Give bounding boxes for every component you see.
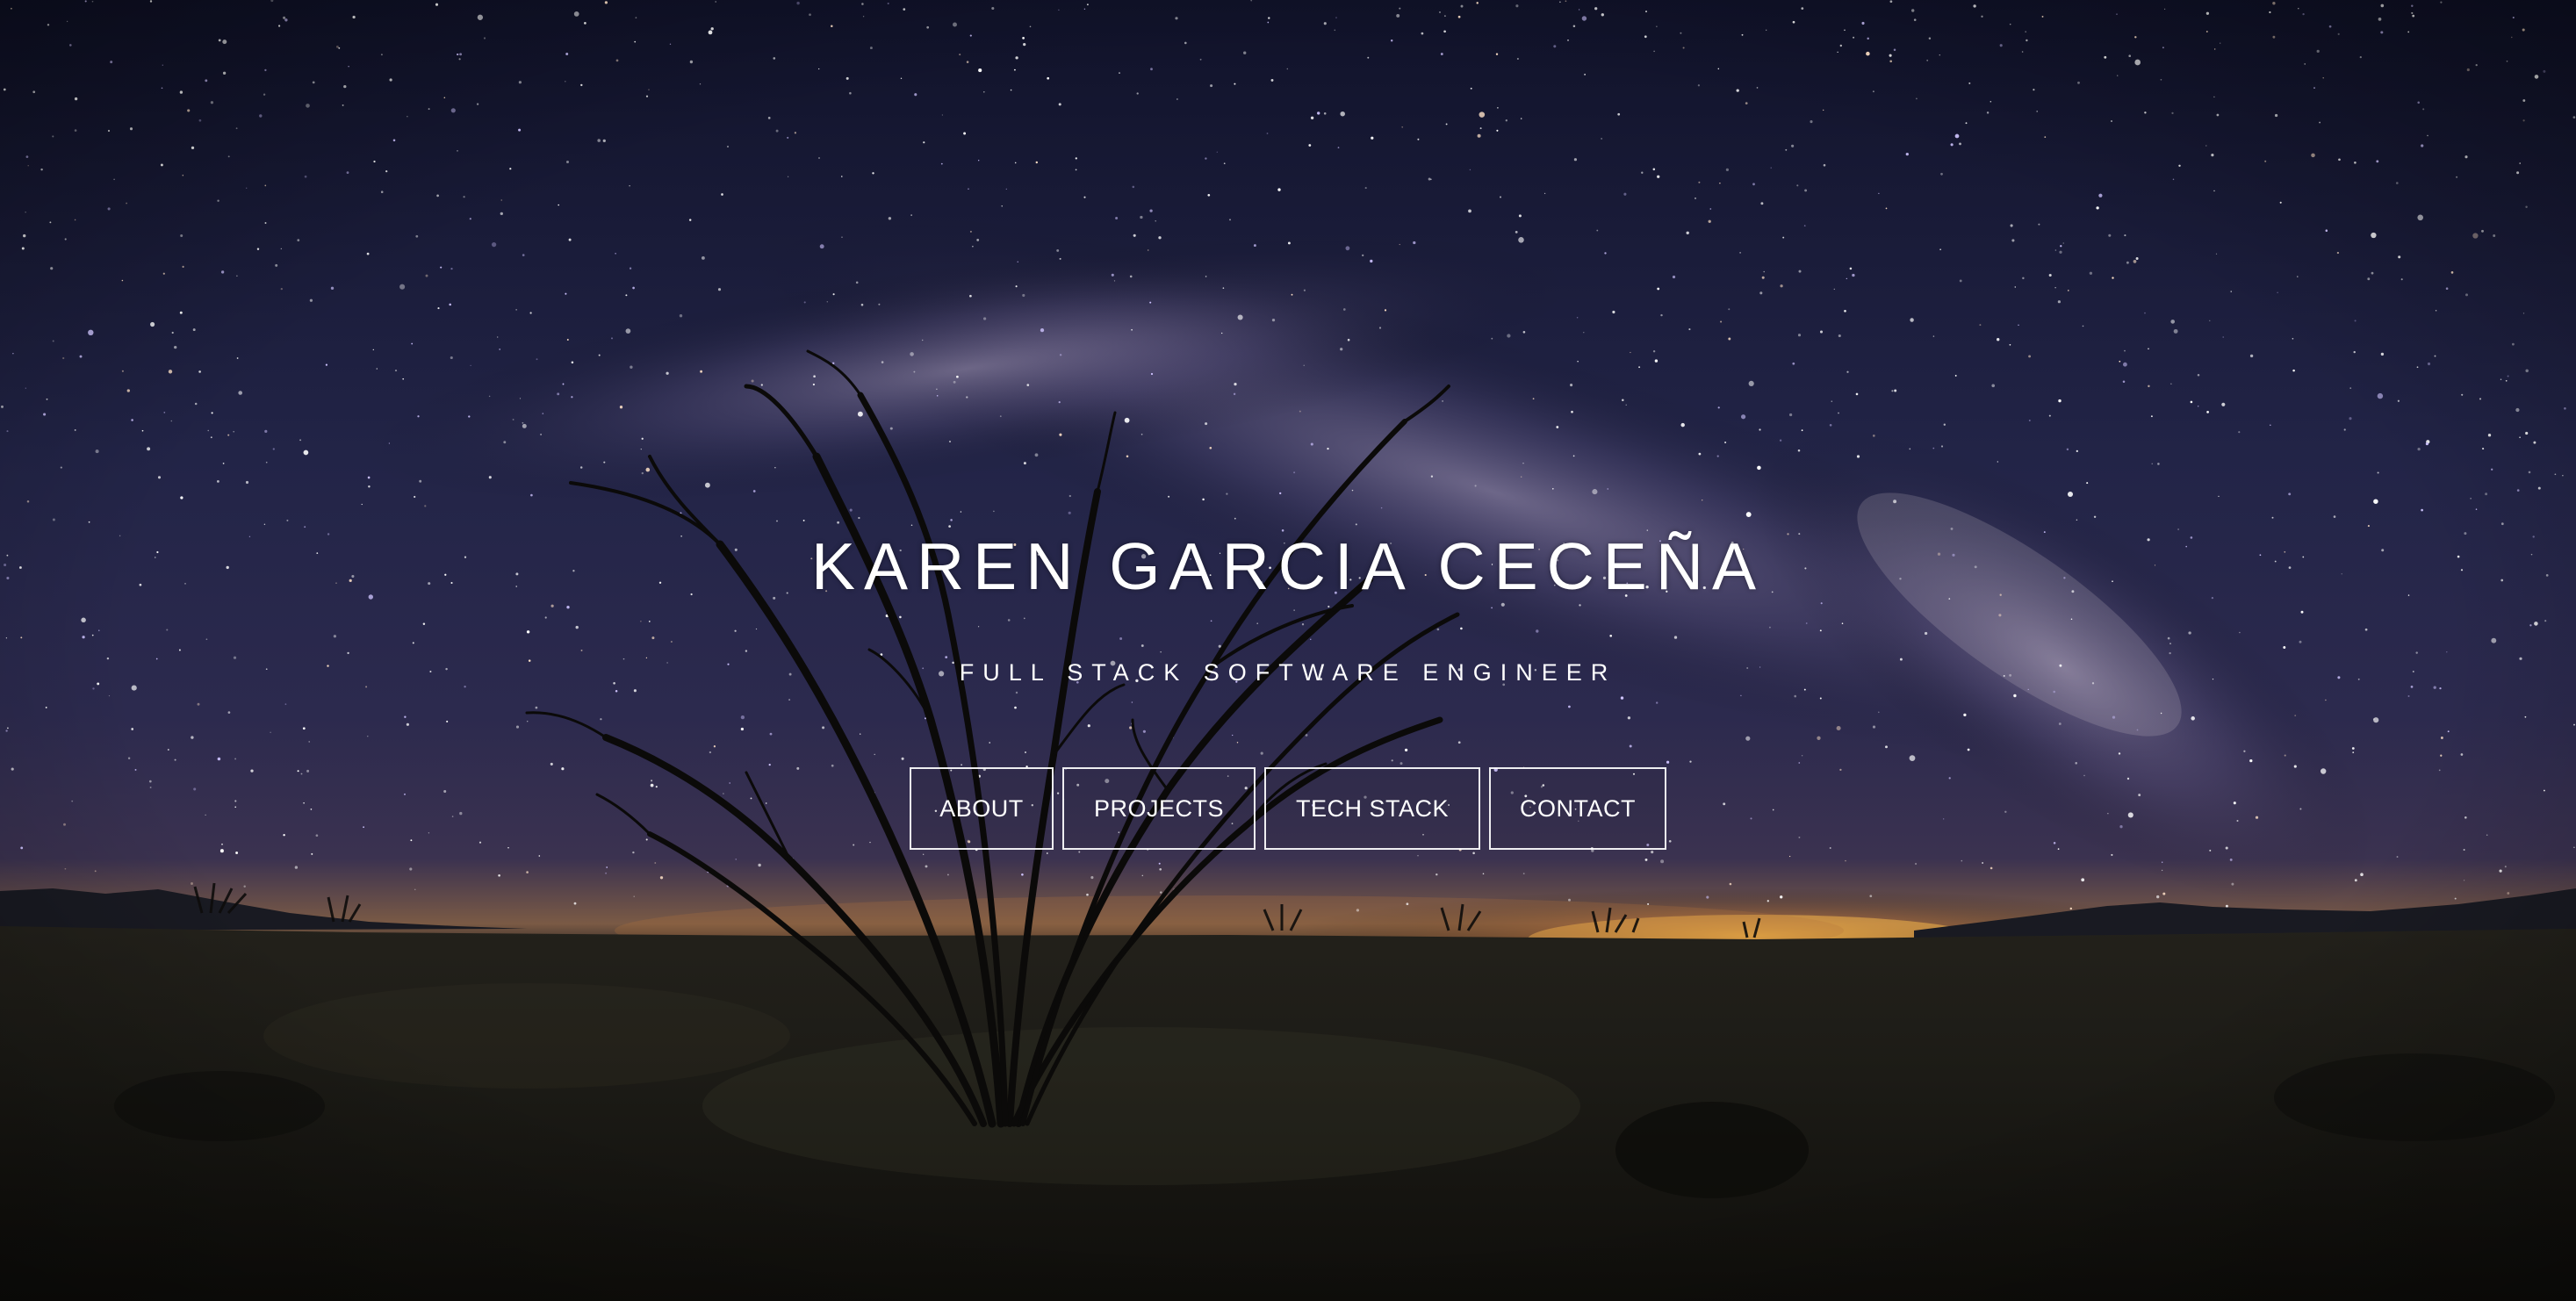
main-navigation: ABOUT PROJECTS TECH STACK CONTACT	[0, 767, 2576, 850]
hero-section: KAREN GARCIA CECEÑA FULL STACK SOFTWARE …	[0, 0, 2576, 1301]
tech-stack-button[interactable]: TECH STACK	[1264, 767, 1480, 850]
page-title: KAREN GARCIA CECEÑA	[810, 529, 1766, 603]
hero-content: KAREN GARCIA CECEÑA FULL STACK SOFTWARE …	[0, 0, 2576, 1301]
projects-button[interactable]: PROJECTS	[1062, 767, 1256, 850]
about-button[interactable]: ABOUT	[910, 767, 1054, 850]
page-subtitle: FULL STACK SOFTWARE ENGINEER	[959, 659, 1617, 686]
contact-button[interactable]: CONTACT	[1489, 767, 1666, 850]
